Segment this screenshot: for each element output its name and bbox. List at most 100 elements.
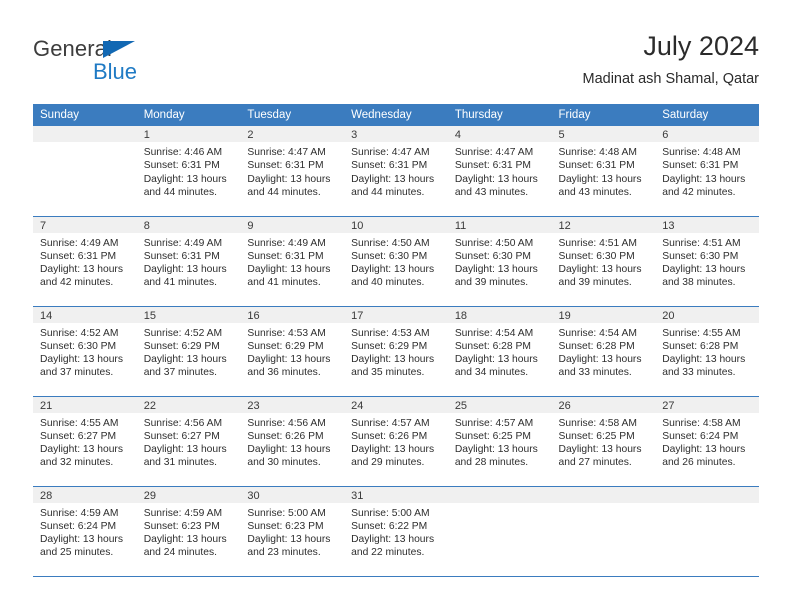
day-detail-line: and 42 minutes.: [40, 277, 114, 289]
day-details: Sunrise: 4:49 AM Sunset: 6:31 PM Daylight:…: [137, 233, 241, 290]
day-detail-line: Sunrise: 4:58 AM: [558, 417, 637, 429]
day-detail-line: and 44 minutes.: [351, 186, 425, 198]
calendar-week-row: 7 Sunrise: 4:49 AM Sunset: 6:31 PM Daylight…: [33, 216, 759, 307]
day-detail-line: Sunset: 6:31 PM: [143, 250, 220, 262]
day-detail-line: and 31 minutes.: [143, 457, 217, 469]
day-detail-line: Sunset: 6:26 PM: [351, 430, 428, 442]
calendar-day-cell[interactable]: 12 Sunrise: 4:51 AM Sunset: 6:30 PM Dayligh…: [551, 216, 656, 307]
weekday-header-sunday: Sunday: [33, 104, 137, 126]
logo-triangle-icon: [103, 41, 135, 58]
day-details: Sunrise: 4:54 AM Sunset: 6:28 PM Daylight:…: [552, 323, 656, 380]
day-detail-line: and 38 minutes.: [662, 277, 736, 289]
calendar-day-cell[interactable]: 11 Sunrise: 4:50 AM Sunset: 6:30 PM Dayligh…: [447, 216, 552, 307]
day-detail-line: and 36 minutes.: [247, 367, 321, 379]
calendar-day-cell[interactable]: 1 Sunrise: 4:46 AM Sunset: 6:31 PM Daylight…: [136, 126, 241, 217]
calendar-day-cell[interactable]: 20 Sunrise: 4:55 AM Sunset: 6:28 PM Dayligh…: [655, 306, 759, 397]
title-block: July 2024 Madinat ash Shamal, Qatar: [582, 28, 759, 89]
day-detail-line: Sunrise: 4:47 AM: [351, 147, 430, 158]
calendar-day-cell[interactable]: 2 Sunrise: 4:47 AM Sunset: 6:31 PM Daylight…: [240, 126, 345, 217]
day-detail-line: Sunrise: 4:59 AM: [40, 507, 119, 519]
day-detail-line: and 30 minutes.: [247, 457, 321, 469]
calendar-day-cell[interactable]: 19 Sunrise: 4:54 AM Sunset: 6:28 PM Dayligh…: [551, 306, 656, 397]
calendar-day-cell[interactable]: 16 Sunrise: 4:53 AM Sunset: 6:29 PM Dayligh…: [240, 306, 345, 397]
day-detail-line: and 39 minutes.: [558, 277, 632, 289]
weekday-header-tuesday: Tuesday: [240, 104, 345, 126]
calendar-body: 1 Sunrise: 4:46 AM Sunset: 6:31 PM Daylight…: [33, 126, 759, 577]
day-detail-line: Sunset: 6:29 PM: [247, 340, 324, 352]
calendar-day-cell[interactable]: 13 Sunrise: 4:51 AM Sunset: 6:30 PM Dayligh…: [655, 216, 759, 307]
day-number: 26: [551, 396, 656, 413]
calendar-day-cell[interactable]: 10 Sunrise: 4:50 AM Sunset: 6:30 PM Dayligh…: [344, 216, 448, 307]
day-detail-line: Sunrise: 4:51 AM: [662, 237, 741, 249]
day-detail-line: and 34 minutes.: [454, 367, 529, 379]
day-detail-line: Daylight: 13 hours: [40, 534, 123, 546]
calendar-day-cell[interactable]: 21 Sunrise: 4:55 AM Sunset: 6:27 PM Dayligh…: [33, 396, 137, 487]
day-detail-line: Sunrise: 4:47 AM: [454, 147, 534, 158]
calendar-day-cell[interactable]: 28 Sunrise: 4:59 AM Sunset: 6:24 PM Dayligh…: [33, 486, 137, 577]
calendar-day-cell[interactable]: 5 Sunrise: 4:48 AM Sunset: 6:31 PM Daylight…: [551, 126, 656, 217]
calendar-page: General Blue July 2024 Madinat ash Shama…: [0, 0, 792, 612]
day-number: 3: [344, 126, 448, 142]
day-number: 2: [240, 126, 345, 142]
day-number: 28: [33, 486, 137, 503]
calendar-day-cell[interactable]: 26 Sunrise: 4:58 AM Sunset: 6:25 PM Dayligh…: [551, 396, 656, 487]
calendar-day-cell[interactable]: 23 Sunrise: 4:56 AM Sunset: 6:26 PM Dayligh…: [240, 396, 345, 487]
day-detail-line: Sunrise: 4:49 AM: [40, 237, 119, 249]
day-detail-line: Daylight: 13 hours: [558, 173, 642, 185]
calendar-day-cell[interactable]: 4 Sunrise: 4:47 AM Sunset: 6:31 PM Daylight…: [447, 126, 552, 217]
calendar-day-cell[interactable]: 7 Sunrise: 4:49 AM Sunset: 6:31 PM Daylight…: [33, 216, 137, 307]
calendar-day-cell[interactable]: 31 Sunrise: 5:00 AM Sunset: 6:22 PM Dayligh…: [344, 486, 448, 577]
calendar-day-cell[interactable]: 27 Sunrise: 4:58 AM Sunset: 6:24 PM Dayligh…: [655, 396, 759, 487]
calendar-day-cell[interactable]: 30 Sunrise: 5:00 AM Sunset: 6:23 PM Dayligh…: [240, 486, 345, 577]
day-detail-line: Daylight: 13 hours: [662, 173, 746, 185]
day-number: [551, 486, 656, 503]
day-detail-line: Sunrise: 4:51 AM: [558, 237, 637, 249]
day-detail-line: Daylight: 13 hours: [662, 264, 746, 276]
day-detail-line: Sunset: 6:31 PM: [40, 250, 117, 262]
day-detail-line: Sunset: 6:30 PM: [454, 250, 531, 262]
day-number: 18: [447, 306, 552, 323]
calendar-day-cell[interactable]: 17 Sunrise: 4:53 AM Sunset: 6:29 PM Dayligh…: [344, 306, 448, 397]
calendar-day-cell[interactable]: 6 Sunrise: 4:48 AM Sunset: 6:31 PM Daylight…: [655, 126, 759, 217]
day-detail-line: and 43 minutes.: [558, 186, 632, 198]
day-detail-line: Sunrise: 4:47 AM: [247, 147, 326, 158]
day-detail-line: Daylight: 13 hours: [454, 444, 538, 456]
day-detail-line: Daylight: 13 hours: [662, 354, 746, 366]
calendar-day-cell[interactable]: 9 Sunrise: 4:49 AM Sunset: 6:31 PM Daylight…: [240, 216, 345, 307]
day-detail-line: Sunset: 6:22 PM: [351, 520, 428, 532]
day-detail-line: Sunset: 6:29 PM: [351, 340, 428, 352]
day-detail-line: Sunrise: 4:55 AM: [40, 417, 119, 429]
general-blue-logo[interactable]: General Blue: [33, 28, 163, 84]
day-details: Sunrise: 4:51 AM Sunset: 6:30 PM Daylight:…: [655, 233, 759, 290]
day-detail-line: Daylight: 13 hours: [351, 534, 435, 546]
calendar-day-cell[interactable]: 8 Sunrise: 4:49 AM Sunset: 6:31 PM Daylight…: [136, 216, 241, 307]
day-detail-line: Sunset: 6:30 PM: [351, 250, 428, 262]
day-details: Sunrise: 4:58 AM Sunset: 6:25 PM Daylight:…: [552, 413, 656, 470]
calendar-day-cell[interactable]: 29 Sunrise: 4:59 AM Sunset: 6:23 PM Dayligh…: [136, 486, 241, 577]
calendar-day-cell[interactable]: 3 Sunrise: 4:47 AM Sunset: 6:31 PM Daylight…: [344, 126, 448, 217]
day-details: Sunrise: 4:55 AM Sunset: 6:27 PM Daylight:…: [33, 413, 137, 470]
day-detail-line: Daylight: 13 hours: [247, 173, 331, 185]
day-detail-line: Sunset: 6:24 PM: [40, 520, 117, 532]
calendar-day-cell[interactable]: 15 Sunrise: 4:52 AM Sunset: 6:29 PM Dayligh…: [136, 306, 241, 397]
day-detail-line: Sunset: 6:27 PM: [143, 430, 220, 442]
day-detail-line: Sunrise: 4:55 AM: [662, 327, 741, 339]
day-detail-line: Sunrise: 4:50 AM: [454, 237, 534, 249]
calendar-day-cell[interactable]: 14 Sunrise: 4:52 AM Sunset: 6:30 PM Dayligh…: [33, 306, 137, 397]
day-detail-line: Sunset: 6:30 PM: [40, 340, 117, 352]
calendar-day-cell[interactable]: 22 Sunrise: 4:56 AM Sunset: 6:27 PM Dayligh…: [136, 396, 241, 487]
day-detail-line: Sunset: 6:31 PM: [247, 160, 324, 172]
day-detail-line: Sunrise: 4:54 AM: [454, 327, 534, 339]
day-detail-line: Daylight: 13 hours: [40, 264, 123, 276]
day-details: Sunrise: 4:48 AM Sunset: 6:31 PM Daylight:…: [552, 142, 656, 199]
day-number: [33, 126, 137, 142]
calendar-day-cell[interactable]: 18 Sunrise: 4:54 AM Sunset: 6:28 PM Dayligh…: [447, 306, 552, 397]
day-detail-line: Daylight: 13 hours: [40, 444, 123, 456]
day-detail-line: Sunset: 6:30 PM: [558, 250, 635, 262]
day-number: 13: [655, 216, 759, 233]
day-detail-line: and 33 minutes.: [662, 367, 736, 379]
calendar-day-cell[interactable]: 25 Sunrise: 4:57 AM Sunset: 6:25 PM Dayligh…: [447, 396, 552, 487]
calendar-day-cell[interactable]: 24 Sunrise: 4:57 AM Sunset: 6:26 PM Dayligh…: [344, 396, 448, 487]
day-number: 1: [136, 126, 241, 142]
day-detail-line: Sunset: 6:31 PM: [558, 160, 635, 172]
